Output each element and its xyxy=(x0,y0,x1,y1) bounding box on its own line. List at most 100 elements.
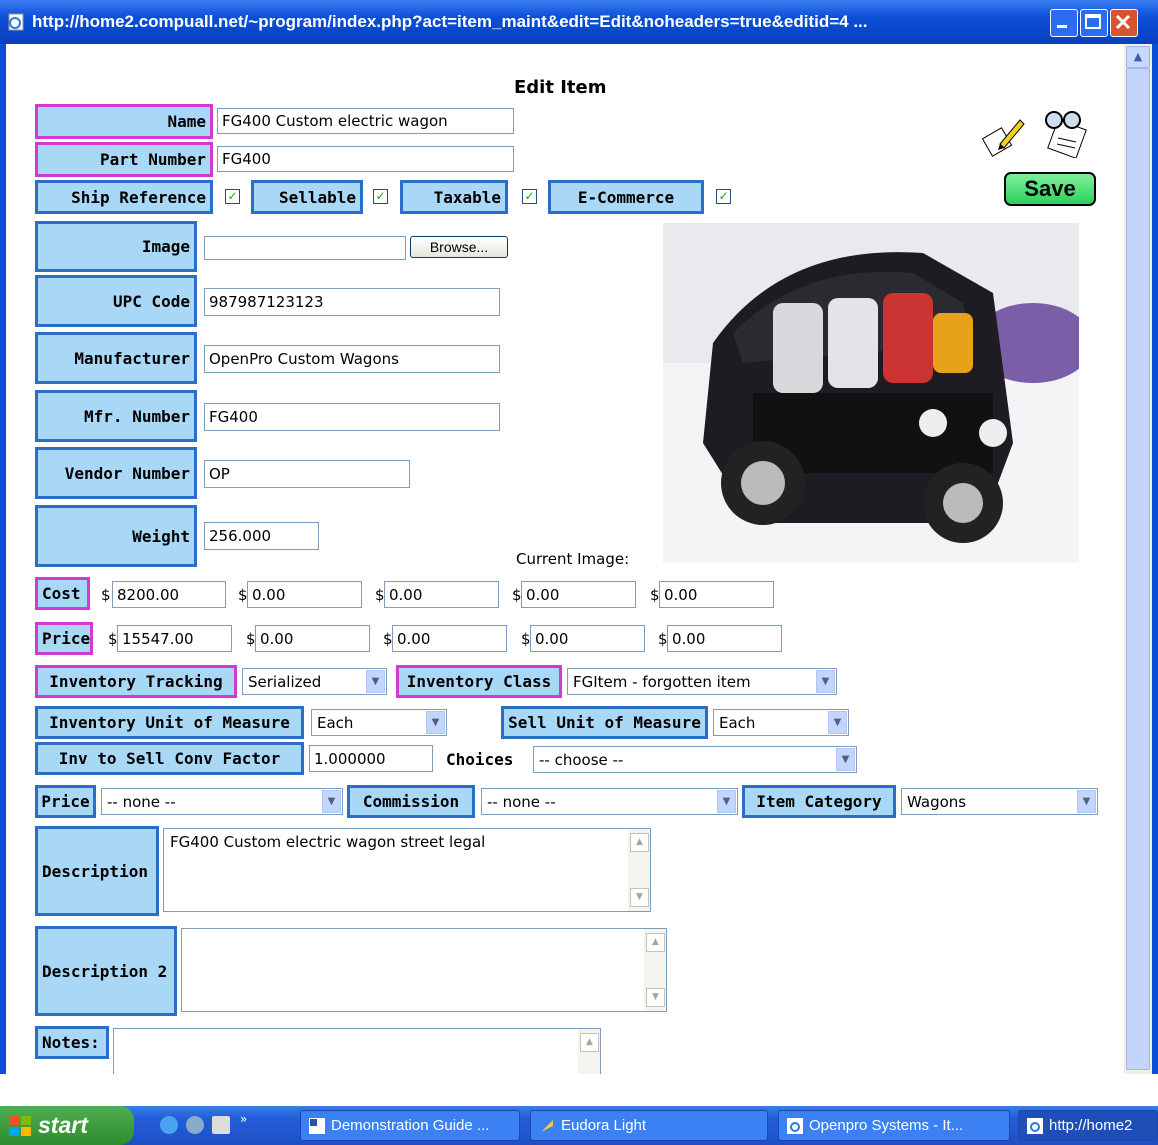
scroll-down-arrow[interactable]: ▼ xyxy=(646,988,665,1007)
minimize-icon xyxy=(1057,25,1067,28)
price-field-5[interactable]: 0.00 xyxy=(667,625,782,652)
ship-reference-checkbox[interactable]: ✓ xyxy=(225,189,240,204)
chevron-down-icon: ▼ xyxy=(1077,790,1096,813)
description-label: Description xyxy=(35,826,159,916)
eudora-icon xyxy=(541,1120,553,1132)
weight-field[interactable]: 256.000 xyxy=(204,522,319,550)
maximize-icon xyxy=(1085,14,1101,29)
name-label: Name xyxy=(35,104,213,139)
vendor-number-label: Vendor Number xyxy=(35,447,197,499)
commission-value: -- none -- xyxy=(487,792,556,811)
textarea-scrollbar[interactable]: ▲ ▼ xyxy=(628,829,650,911)
scroll-up-arrow[interactable]: ▲ xyxy=(1126,46,1150,68)
taskbar-item-label: http://home2 xyxy=(1049,1117,1133,1134)
taxable-label: Taxable xyxy=(400,180,508,214)
window-title: http://home2.compuall.net/~program/index… xyxy=(32,12,868,31)
browser-quicklaunch-icon[interactable] xyxy=(186,1116,204,1134)
cost-field-1[interactable]: 8200.00 xyxy=(112,581,226,608)
cost-field-2[interactable]: 0.00 xyxy=(247,581,362,608)
image-file-field[interactable] xyxy=(204,236,406,260)
item-category-select[interactable]: Wagons ▼ xyxy=(901,788,1098,815)
cost-field-4[interactable]: 0.00 xyxy=(521,581,636,608)
price-level-select[interactable]: -- none -- ▼ xyxy=(101,788,343,815)
cost-field-3[interactable]: 0.00 xyxy=(384,581,499,608)
ecommerce-checkbox[interactable]: ✓ xyxy=(716,189,731,204)
ecommerce-label: E-Commerce xyxy=(548,180,704,214)
window-frame-right xyxy=(1152,44,1158,1074)
pencil-notepad-icon[interactable] xyxy=(982,114,1028,160)
manufacturer-field[interactable]: OpenPro Custom Wagons xyxy=(204,345,500,373)
choices-select[interactable]: -- choose -- ▼ xyxy=(533,746,857,773)
scroll-down-arrow[interactable]: ▼ xyxy=(630,888,649,907)
sellable-label: Sellable xyxy=(251,180,363,214)
weight-label: Weight xyxy=(35,505,197,567)
notes-textarea[interactable]: ▲ xyxy=(113,1028,601,1074)
scroll-up-arrow[interactable]: ▲ xyxy=(630,833,649,852)
price-field-1[interactable]: 15547.00 xyxy=(117,625,232,652)
upc-code-field[interactable]: 987987123123 xyxy=(204,288,500,316)
maximize-button[interactable] xyxy=(1080,9,1108,37)
preview-glasses-icon[interactable] xyxy=(1040,110,1094,158)
inventory-tracking-select[interactable]: Serialized ▼ xyxy=(242,668,387,695)
ie-quicklaunch-icon[interactable] xyxy=(160,1116,178,1134)
vertical-scrollbar[interactable]: ▲ xyxy=(1124,44,1152,1074)
browse-button[interactable]: Browse... xyxy=(410,236,508,258)
commission-select[interactable]: -- none -- ▼ xyxy=(481,788,738,815)
ie-page-icon xyxy=(1027,1118,1043,1134)
description-textarea[interactable]: FG400 Custom electric wagon street legal… xyxy=(163,828,651,912)
conv-factor-label: Inv to Sell Conv Factor xyxy=(35,742,304,775)
taskbar-item-label: Eudora Light xyxy=(561,1117,647,1134)
inventory-uom-select[interactable]: Each ▼ xyxy=(311,709,447,736)
close-button[interactable] xyxy=(1110,9,1138,37)
start-button[interactable]: start xyxy=(0,1106,134,1145)
taskbar-item-word[interactable]: Demonstration Guide ... xyxy=(300,1110,520,1141)
scroll-up-arrow[interactable]: ▲ xyxy=(646,933,665,952)
price-field-2[interactable]: 0.00 xyxy=(255,625,370,652)
taskbar-item-http[interactable]: http://home2 xyxy=(1018,1110,1158,1141)
window-titlebar: http://home2.compuall.net/~program/index… xyxy=(0,0,1158,44)
cost-field-5[interactable]: 0.00 xyxy=(659,581,774,608)
taxable-checkbox[interactable]: ✓ xyxy=(522,189,537,204)
minimize-button[interactable] xyxy=(1050,9,1078,37)
quicklaunch-more-icon[interactable]: » xyxy=(240,1112,247,1126)
inventory-class-select[interactable]: FGItem - forgotten item ▼ xyxy=(567,668,837,695)
scroll-up-arrow[interactable]: ▲ xyxy=(580,1033,599,1052)
description2-textarea[interactable]: ▲ ▼ xyxy=(181,928,667,1012)
chevron-down-icon: ▼ xyxy=(366,670,385,693)
part-number-field[interactable]: FG400 xyxy=(217,146,514,172)
ie-page-icon xyxy=(787,1118,803,1134)
ship-reference-label: Ship Reference xyxy=(35,180,213,214)
sell-uom-select[interactable]: Each ▼ xyxy=(713,709,849,736)
chevron-down-icon: ▼ xyxy=(836,748,855,771)
part-number-label: Part Number xyxy=(35,142,213,177)
price-field-4[interactable]: 0.00 xyxy=(530,625,645,652)
vendor-number-field[interactable]: OP xyxy=(204,460,410,488)
save-button[interactable]: Save xyxy=(1004,172,1096,206)
inventory-uom-value: Each xyxy=(317,713,354,732)
taskbar-item-label: Openpro Systems - It... xyxy=(809,1117,964,1134)
textarea-scrollbar[interactable]: ▲ ▼ xyxy=(644,929,666,1011)
close-icon xyxy=(1115,14,1131,30)
price-level-label: Price xyxy=(35,785,96,818)
mfr-number-field[interactable]: FG400 xyxy=(204,403,500,431)
taskbar-item-label: Demonstration Guide ... xyxy=(331,1117,490,1134)
ie-page-icon xyxy=(8,13,24,31)
sellable-checkbox[interactable]: ✓ xyxy=(373,189,388,204)
name-field[interactable]: FG400 Custom electric wagon xyxy=(217,108,514,134)
price-field-3[interactable]: 0.00 xyxy=(392,625,507,652)
desktop-quicklaunch-icon[interactable] xyxy=(212,1116,230,1134)
cost-currency-1: $ xyxy=(101,586,111,604)
inventory-tracking-value: Serialized xyxy=(248,672,322,691)
sell-uom-value: Each xyxy=(719,713,756,732)
word-document-icon xyxy=(309,1118,325,1134)
windows-logo-icon xyxy=(9,1116,31,1136)
chevron-down-icon: ▼ xyxy=(322,790,341,813)
item-category-label: Item Category xyxy=(742,785,896,818)
textarea-scrollbar[interactable]: ▲ xyxy=(578,1029,600,1074)
scroll-thumb[interactable] xyxy=(1126,68,1150,1070)
product-image xyxy=(663,223,1079,563)
taskbar-item-openpro[interactable]: Openpro Systems - It... xyxy=(778,1110,1010,1141)
taskbar-item-eudora[interactable]: Eudora Light xyxy=(530,1110,768,1141)
notes-label: Notes: xyxy=(35,1026,109,1059)
conv-factor-field[interactable]: 1.000000 xyxy=(309,745,433,772)
